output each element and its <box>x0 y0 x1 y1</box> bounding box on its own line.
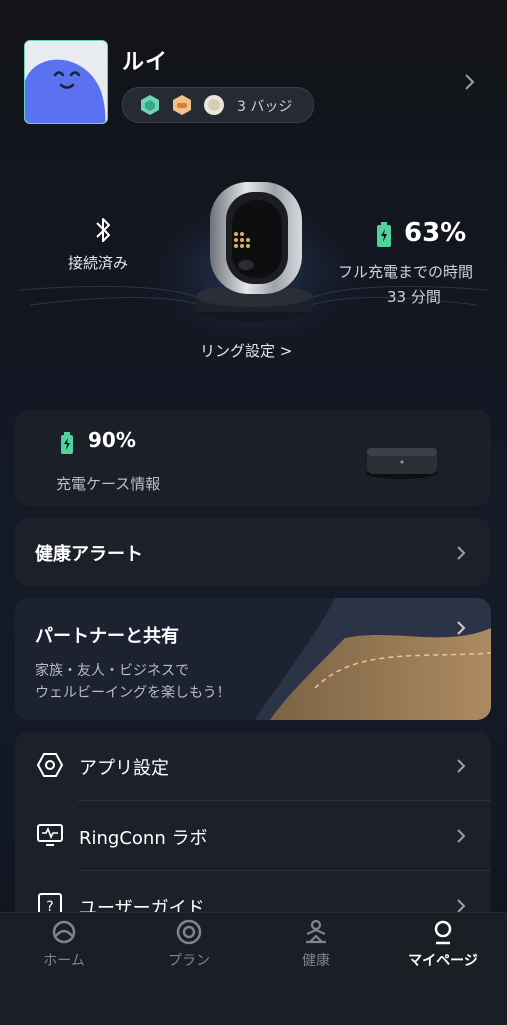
badges-pill[interactable]: 3 バッジ <box>122 87 314 123</box>
nav-home[interactable]: ホーム <box>14 918 114 970</box>
nav-mypage[interactable]: マイページ <box>393 918 493 970</box>
monitor-lab-icon <box>37 824 63 846</box>
profile-icon <box>434 920 452 945</box>
partner-share-desc-line2: ウェルビーイングを楽しもう！ <box>35 685 231 701</box>
nav-health[interactable]: 健康 <box>266 918 366 970</box>
health-person-icon <box>306 919 326 944</box>
battery-charging-icon <box>377 222 391 247</box>
nav-plan[interactable]: プラン <box>139 918 239 970</box>
avatar-character-image <box>25 41 107 123</box>
badge-green-icon <box>141 95 159 115</box>
badge-white-icon <box>204 95 224 115</box>
charge-time-label: フル充電までの時間 <box>338 263 474 281</box>
avatar[interactable] <box>24 40 108 124</box>
plan-circle-icon <box>176 919 202 945</box>
chevron-right-icon <box>457 546 466 560</box>
chevron-right-icon[interactable] <box>462 68 478 96</box>
badges-count: 3 バッジ <box>237 99 293 115</box>
chevron-right-icon <box>457 829 466 843</box>
chevron-right-icon <box>457 621 466 635</box>
nav-label: ホーム <box>43 953 85 969</box>
nav-label: マイページ <box>408 953 478 969</box>
hexagon-settings-icon <box>36 753 64 777</box>
bluetooth-icon <box>96 218 110 242</box>
case-battery-icon <box>61 432 73 454</box>
settings-row-label: アプリ設定 <box>79 758 169 779</box>
charging-case-image <box>366 448 438 479</box>
chevron-right-icon <box>457 759 466 773</box>
health-alert-label: 健康アラート <box>35 544 143 565</box>
ring-settings-link[interactable]: リング設定 > <box>200 340 292 361</box>
charge-time-value: 33 分間 <box>387 288 441 306</box>
home-ring-icon <box>52 920 76 944</box>
case-info-label: 充電ケース情報 <box>56 475 161 493</box>
partner-share-desc-line1: 家族・友人・ビジネスで <box>35 663 189 679</box>
nav-label: 健康 <box>302 953 330 969</box>
connection-status: 接続済み <box>68 254 129 272</box>
badge-orange-icon <box>173 95 191 115</box>
case-battery-percent: 90% <box>88 428 136 452</box>
settings-row-label: RingConn ラボ <box>79 828 208 849</box>
partner-share-title: パートナーと共有 <box>35 626 179 647</box>
profile-name: ルイ <box>122 50 169 75</box>
ring-battery-percent: 63% <box>404 218 467 248</box>
nav-label: プラン <box>168 953 210 969</box>
